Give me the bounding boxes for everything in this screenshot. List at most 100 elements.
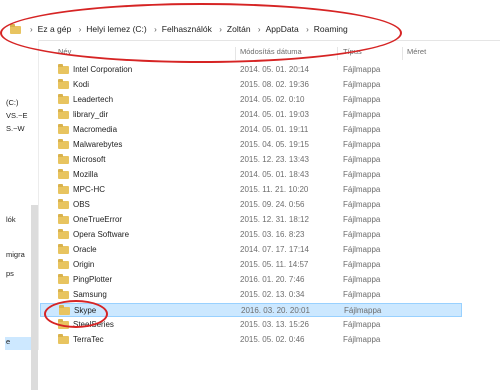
folder-icon: [10, 24, 21, 34]
breadcrumb-item-user[interactable]: Zoltán: [227, 24, 251, 34]
file-name: Opera Software: [73, 230, 130, 239]
navigation-pane[interactable]: (C:) VS.~E S.~W lók migra ps e: [0, 40, 39, 390]
file-name: Oracle: [73, 245, 97, 254]
file-date: 2016. 03. 20. 20:01: [241, 306, 310, 315]
file-type: Fájlmappa: [343, 335, 381, 344]
file-row[interactable]: Microsoft 2015. 12. 23. 13:43 Fájlmappa: [40, 153, 460, 167]
column-date[interactable]: Módosítás dátuma: [240, 47, 302, 56]
nav-item-ps[interactable]: ps: [6, 269, 14, 278]
column-size[interactable]: Méret: [407, 47, 426, 56]
file-date: 2015. 09. 24. 0:56: [240, 200, 305, 209]
file-name: SteelSeries: [73, 320, 114, 329]
file-type: Fájlmappa: [343, 320, 381, 329]
nav-item-drive[interactable]: (C:): [6, 98, 19, 107]
file-row[interactable]: PingPlotter 2016. 01. 20. 7:46 Fájlmappa: [40, 273, 460, 287]
file-name: Macromedia: [73, 125, 118, 134]
folder-icon: [58, 289, 69, 299]
file-type: Fájlmappa: [343, 230, 381, 239]
chevron-right-icon[interactable]: ›: [258, 25, 261, 34]
chevron-right-icon[interactable]: ›: [154, 25, 157, 34]
file-date: 2014. 05. 01. 19:03: [240, 110, 309, 119]
folder-icon: [58, 154, 69, 164]
folder-icon: [58, 94, 69, 104]
nav-item-e[interactable]: e: [6, 337, 10, 346]
folder-icon: [58, 244, 69, 254]
file-row[interactable]: Intel Corporation 2014. 05. 01. 20:14 Fájl…: [40, 63, 460, 77]
file-row[interactable]: OBS 2015. 09. 24. 0:56 Fájlmappa: [40, 198, 460, 212]
file-row[interactable]: Kodi 2015. 08. 02. 19:36 Fájlmappa: [40, 78, 460, 92]
column-divider[interactable]: [402, 47, 403, 60]
chevron-right-icon: ›: [30, 25, 33, 34]
address-bar[interactable]: › Ez a gép › Helyi lemez (C:) › Felhasználó…: [0, 20, 500, 41]
nav-item-sw[interactable]: S.~W: [6, 124, 25, 133]
file-type: Fájlmappa: [343, 275, 381, 284]
file-row[interactable]: Opera Software 2015. 03. 16. 8:23 Fájlmapp…: [40, 228, 460, 242]
file-type: Fájlmappa: [343, 245, 381, 254]
folder-icon: [58, 184, 69, 194]
chevron-right-icon[interactable]: ›: [79, 25, 82, 34]
file-row[interactable]: SteelSeries 2015. 03. 13. 15:26 Fájlmappa: [40, 318, 460, 332]
folder-icon: [58, 139, 69, 149]
folder-icon: [58, 79, 69, 89]
file-date: 2015. 05. 02. 0:46: [240, 335, 305, 344]
file-date: 2015. 04. 05. 19:15: [240, 140, 309, 149]
breadcrumb-item-this-pc[interactable]: Ez a gép: [38, 24, 72, 34]
file-row[interactable]: Samsung 2015. 02. 13. 0:34 Fájlmappa: [40, 288, 460, 302]
file-date: 2016. 01. 20. 7:46: [240, 275, 305, 284]
file-type: Fájlmappa: [343, 200, 381, 209]
file-name: Kodi: [73, 80, 90, 89]
file-date: 2014. 05. 01. 20:14: [240, 65, 309, 74]
nav-item-vs[interactable]: VS.~E: [6, 111, 27, 120]
folder-icon: [58, 334, 69, 344]
folder-icon: [58, 319, 69, 329]
file-row[interactable]: Oracle 2014. 07. 17. 17:14 Fájlmappa: [40, 243, 460, 257]
file-name: Skype: [74, 306, 97, 315]
nav-item-lok[interactable]: lók: [6, 215, 16, 224]
file-row[interactable]: TerraTec 2015. 05. 02. 0:46 Fájlmappa: [40, 333, 460, 347]
file-type: Fájlmappa: [343, 260, 381, 269]
file-date: 2015. 11. 21. 10:20: [240, 185, 309, 194]
file-date: 2014. 05. 02. 0:10: [240, 95, 305, 104]
file-type: Fájlmappa: [343, 155, 381, 164]
chevron-right-icon[interactable]: ›: [306, 25, 309, 34]
folder-icon: [58, 64, 69, 74]
folder-icon: [58, 214, 69, 224]
breadcrumb-item-appdata[interactable]: AppData: [266, 24, 299, 34]
folder-icon: [58, 124, 69, 134]
file-name: TerraTec: [73, 335, 104, 344]
chevron-right-icon[interactable]: ›: [219, 25, 222, 34]
file-type: Fájlmappa: [343, 170, 381, 179]
file-row[interactable]: MPC-HC 2015. 11. 21. 10:20 Fájlmappa: [40, 183, 460, 197]
file-name: Origin: [73, 260, 95, 269]
file-row[interactable]: Leadertech 2014. 05. 02. 0:10 Fájlmappa: [40, 93, 460, 107]
nav-scrollbar[interactable]: [31, 205, 38, 390]
file-type: Fájlmappa: [343, 65, 381, 74]
nav-item-migra[interactable]: migra: [6, 250, 25, 259]
file-row[interactable]: Macromedia 2014. 05. 01. 19:11 Fájlmappa: [40, 123, 460, 137]
file-date: 2015. 08. 02. 19:36: [240, 80, 309, 89]
file-row[interactable]: Mozilla 2014. 05. 01. 18:43 Fájlmappa: [40, 168, 460, 182]
breadcrumb-item-users[interactable]: Felhasználók: [162, 24, 212, 34]
file-row[interactable]: OneTrueError 2015. 12. 31. 18:12 Fájlmappa: [40, 213, 460, 227]
folder-icon: [58, 109, 69, 119]
file-date: 2015. 05. 11. 14:57: [240, 260, 309, 269]
folder-icon: [58, 199, 69, 209]
file-name: MPC-HC: [73, 185, 105, 194]
file-type: Fájlmappa: [343, 185, 381, 194]
file-type: Fájlmappa: [343, 110, 381, 119]
file-date: 2015. 03. 16. 8:23: [240, 230, 305, 239]
file-type: Fájlmappa: [343, 95, 381, 104]
file-name: Malwarebytes: [73, 140, 123, 149]
column-type[interactable]: Típus: [343, 47, 362, 56]
file-date: 2015. 02. 13. 0:34: [240, 290, 305, 299]
breadcrumb-item-roaming[interactable]: Roaming: [314, 24, 348, 34]
column-divider[interactable]: [337, 47, 338, 60]
file-row-selected[interactable]: Skype 2016. 03. 20. 20:01 Fájlmappa: [40, 303, 462, 317]
file-date: 2015. 12. 23. 13:43: [240, 155, 309, 164]
file-row[interactable]: Malwarebytes 2015. 04. 05. 19:15 Fájlmappa: [40, 138, 460, 152]
breadcrumb-item-local-disk[interactable]: Helyi lemez (C:): [86, 24, 146, 34]
file-row[interactable]: library_dir 2014. 05. 01. 19:03 Fájlmappa: [40, 108, 460, 122]
file-row[interactable]: Origin 2015. 05. 11. 14:57 Fájlmappa: [40, 258, 460, 272]
column-name[interactable]: Név: [58, 47, 71, 56]
column-divider[interactable]: [235, 47, 236, 60]
